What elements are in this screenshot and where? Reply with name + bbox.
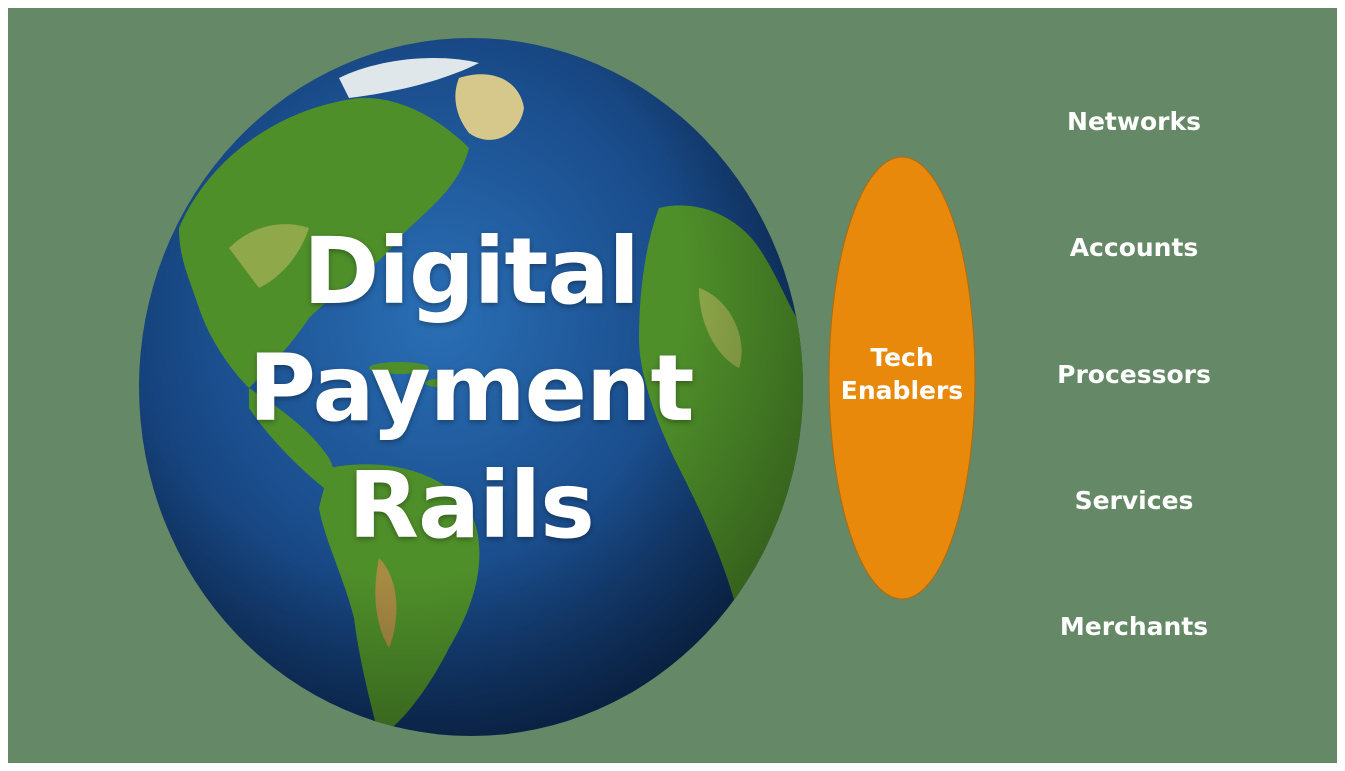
title-line-2: Payment: [248, 335, 695, 442]
title-line-3: Rails: [348, 452, 595, 559]
tech-enablers-oval: Tech Enablers: [828, 156, 976, 600]
title-line-1: Digital: [303, 218, 640, 325]
category-merchants: Merchants: [1059, 612, 1209, 641]
oval-label-line-1: Tech: [870, 343, 934, 372]
main-title: Digital Payment Rails: [139, 213, 803, 564]
category-accounts: Accounts: [1069, 233, 1199, 262]
oval-label-line-2: Enablers: [840, 376, 964, 405]
category-list: Networks Accounts Processors Services Me…: [1028, 8, 1240, 763]
category-processors: Processors: [1057, 360, 1211, 389]
category-networks: Networks: [1067, 107, 1201, 136]
slide-canvas: Digital Payment Rails Tech Enablers Netw…: [8, 8, 1337, 763]
category-services: Services: [1074, 486, 1194, 515]
oval-label: Tech Enablers: [828, 341, 976, 407]
